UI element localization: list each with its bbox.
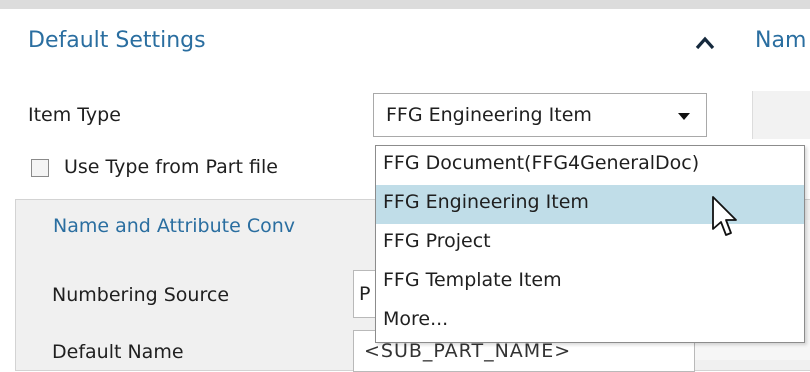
item-type-label: Item Type bbox=[28, 104, 121, 126]
item-type-options-list: FFG Document(FFG4GeneralDoc) FFG Enginee… bbox=[375, 145, 805, 343]
adjacent-panel bbox=[752, 91, 810, 139]
item-type-dropdown[interactable]: FFG Engineering Item bbox=[373, 93, 707, 137]
caret-down-icon bbox=[678, 113, 690, 120]
chevron-up-icon[interactable] bbox=[693, 32, 717, 54]
section-title-naming: Nam bbox=[755, 28, 807, 53]
numbering-source-label: Numbering Source bbox=[52, 284, 230, 306]
dropdown-option-ffg-document[interactable]: FFG Document(FFG4GeneralDoc) bbox=[376, 146, 804, 185]
default-name-label: Default Name bbox=[52, 341, 184, 363]
use-type-from-part-file-label: Use Type from Part file bbox=[64, 156, 278, 178]
numbering-source-value: P bbox=[359, 283, 371, 305]
option-label: More... bbox=[383, 308, 449, 330]
default-name-value: <SUB_PART_NAME> bbox=[364, 340, 572, 362]
item-type-selected-value: FFG Engineering Item bbox=[386, 104, 592, 126]
dropdown-option-more[interactable]: More... bbox=[376, 302, 804, 341]
mouse-pointer-icon bbox=[710, 195, 740, 243]
option-label: FFG Template Item bbox=[383, 269, 562, 291]
option-label: FFG Document(FFG4GeneralDoc) bbox=[383, 152, 700, 174]
name-attribute-group-title[interactable]: Name and Attribute Conv bbox=[53, 215, 295, 237]
option-label: FFG Engineering Item bbox=[383, 191, 589, 213]
option-label: FFG Project bbox=[383, 230, 491, 252]
use-type-from-part-file-checkbox[interactable] bbox=[31, 159, 49, 177]
top-divider bbox=[0, 0, 810, 9]
dropdown-option-ffg-template-item[interactable]: FFG Template Item bbox=[376, 263, 804, 302]
section-title-default-settings: Default Settings bbox=[28, 28, 206, 53]
